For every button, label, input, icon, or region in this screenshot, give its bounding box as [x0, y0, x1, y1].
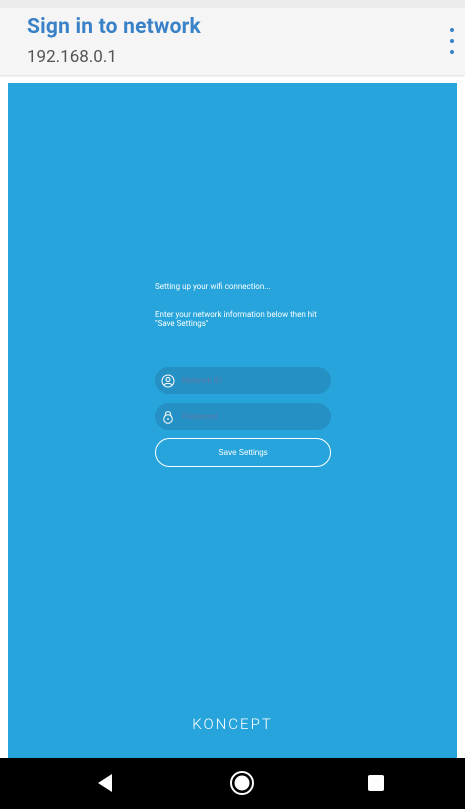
- password-input[interactable]: [180, 411, 324, 422]
- home-icon[interactable]: [229, 770, 255, 796]
- overflow-menu-icon[interactable]: [445, 28, 459, 54]
- status-message: Setting up your wifi connection...: [155, 282, 271, 291]
- system-nav-bar: [0, 758, 465, 809]
- password-field[interactable]: [155, 403, 331, 430]
- captive-portal-content: Setting up your wifi connection... Enter…: [8, 83, 457, 758]
- app-bar: Sign in to network 192.168.0.1: [0, 8, 465, 75]
- network-id-field[interactable]: [155, 367, 331, 394]
- user-icon: [161, 374, 175, 387]
- instructions-text: Enter your network information below the…: [155, 310, 317, 328]
- top-strip: [0, 0, 465, 8]
- save-settings-button[interactable]: Save Settings: [155, 438, 331, 467]
- back-icon[interactable]: [93, 770, 119, 796]
- page-subtitle-address: 192.168.0.1: [27, 47, 117, 67]
- recents-icon[interactable]: [363, 770, 389, 796]
- network-id-input[interactable]: [180, 375, 324, 386]
- lock-icon: [163, 410, 173, 424]
- brand-logo-text: KONCEPT: [192, 715, 273, 733]
- page-title: Sign in to network: [27, 15, 201, 39]
